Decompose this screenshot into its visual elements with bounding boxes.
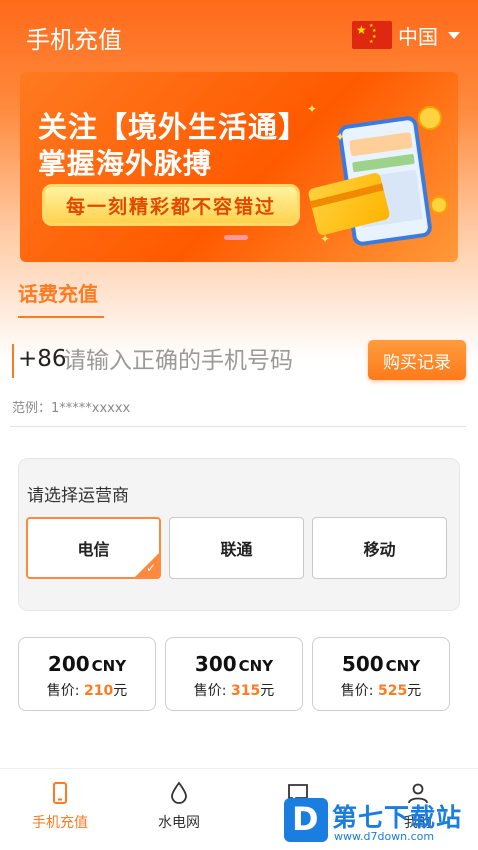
carrier-option-unicom[interactable]: 联通 — [169, 517, 304, 579]
tab-label: 水电网 — [158, 815, 200, 831]
amount-value: 500 — [341, 652, 384, 676]
price-value: 525 — [377, 683, 408, 699]
price-unit: 元 — [113, 683, 128, 699]
tab-underline — [18, 316, 104, 318]
app-header: 手机充值 ★ ★ ★ ★ ★ 中国 — [0, 0, 478, 70]
watermark-text: 第七下载站 — [332, 803, 463, 832]
price-label: 售价: — [340, 683, 374, 699]
amount-currency: CNY — [238, 657, 274, 675]
phone-example-hint: 范例：1*****xxxxx — [12, 401, 131, 416]
chevron-down-icon — [448, 31, 460, 39]
banner-pill-text: 每一刻精彩都不容错过 — [65, 195, 276, 218]
tab-utilities[interactable]: 水电网 — [129, 775, 229, 839]
amount-value: 300 — [194, 652, 237, 676]
banner-pill: 每一刻精彩都不容错过 — [42, 184, 300, 226]
carrier-option-mobile[interactable]: 移动 — [312, 517, 447, 579]
tab-phone-topup[interactable]: 话费充值 — [18, 278, 98, 307]
china-flag-icon: ★ ★ ★ ★ ★ — [352, 21, 392, 49]
country-code: +86 — [18, 346, 67, 372]
amount-currency: CNY — [91, 657, 127, 675]
phone-input-row: +86 购买记录 — [10, 338, 470, 384]
coin-icon — [430, 196, 448, 214]
phone-number-input[interactable] — [63, 344, 353, 378]
amount-currency: CNY — [385, 657, 421, 675]
tab-label: 手机充值 — [32, 815, 88, 831]
phone-icon — [53, 782, 67, 804]
amount-card-200[interactable]: 200 CNY 售价: 210元 — [18, 637, 156, 711]
page-title: 手机充值 — [26, 26, 122, 54]
check-icon: ✓ — [145, 561, 156, 575]
carrier-option-label: 联通 — [220, 540, 253, 559]
carrier-title: 请选择运营商 — [27, 486, 129, 506]
watermark-logo: D — [284, 798, 328, 842]
price-label: 售价: — [193, 683, 227, 699]
carrier-option-label: 移动 — [363, 540, 396, 559]
banner-headline: 关注【境外生活通】 — [38, 110, 309, 144]
carrier-option-telecom[interactable]: 电信 ✓ — [26, 517, 161, 579]
amount-card-300[interactable]: 300 CNY 售价: 315元 — [165, 637, 303, 711]
watermark: D 第七下载站 www.d7down.com — [284, 796, 478, 850]
price-label: 售价: — [46, 683, 80, 699]
price-value: 315 — [230, 683, 261, 699]
carrier-selector: 请选择运营商 电信 ✓ 联通 移动 — [18, 458, 460, 611]
purchase-history-button[interactable]: 购买记录 — [368, 340, 466, 380]
carousel-indicator — [224, 235, 248, 240]
amount-value: 200 — [47, 652, 90, 676]
price-unit: 元 — [407, 683, 422, 699]
text-cursor — [12, 344, 14, 378]
sparkle-icon: ✦ — [307, 102, 318, 116]
region-label: 中国 — [398, 24, 438, 49]
region-selector[interactable]: ★ ★ ★ ★ ★ 中国 — [352, 20, 460, 50]
price-unit: 元 — [260, 683, 275, 699]
promo-banner[interactable]: 关注【境外生活通】 掌握海外脉搏 每一刻精彩都不容错过 ✦ ✦ ✦ — [20, 72, 458, 262]
sparkle-icon: ✦ — [335, 130, 346, 144]
sparkle-icon: ✦ — [320, 232, 331, 246]
divider — [10, 426, 466, 427]
carrier-option-label: 电信 — [77, 540, 110, 559]
water-drop-icon — [171, 781, 187, 804]
banner-subheadline: 掌握海外脉搏 — [38, 147, 213, 180]
price-value: 210 — [83, 683, 114, 699]
tab-phone-recharge[interactable]: 手机充值 — [10, 775, 110, 839]
watermark-url: www.d7down.com — [334, 830, 435, 843]
coin-icon — [418, 106, 442, 130]
amount-card-500[interactable]: 500 CNY 售价: 525元 — [312, 637, 450, 711]
